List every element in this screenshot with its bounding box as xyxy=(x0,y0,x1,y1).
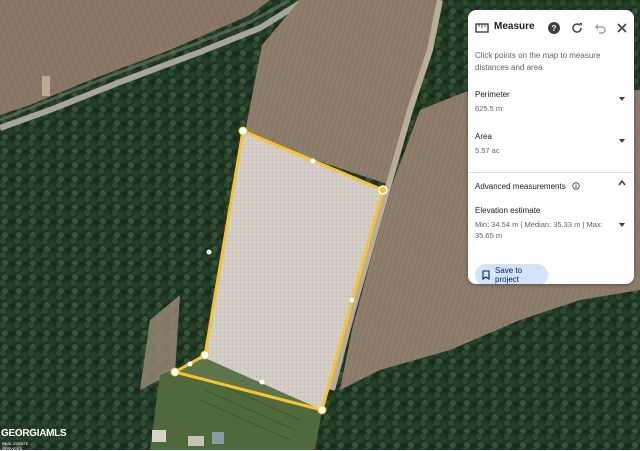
measure-vertex[interactable] xyxy=(170,367,180,377)
help-icon[interactable]: ? xyxy=(546,20,562,36)
measure-vertex[interactable] xyxy=(200,350,210,360)
save-to-project-button[interactable]: Save to project xyxy=(475,264,548,284)
area-label: Area xyxy=(475,132,492,141)
measure-midpoint[interactable] xyxy=(349,297,355,303)
refresh-icon[interactable] xyxy=(569,20,585,36)
area-value: 5.57 ac xyxy=(475,146,500,155)
measure-midpoint[interactable] xyxy=(206,249,212,255)
section-divider xyxy=(468,172,634,173)
elevation-value: Min: 34.54 m | Median: 35.33 m | Max: 35… xyxy=(475,220,603,240)
chevron-up-icon[interactable] xyxy=(617,178,627,188)
measure-midpoint[interactable] xyxy=(259,379,265,385)
undo-icon[interactable] xyxy=(592,20,608,36)
measure-vertex[interactable] xyxy=(378,185,388,195)
panel-title: Measure xyxy=(494,21,535,32)
panel-header: Measure ? xyxy=(468,10,634,46)
perimeter-value: 625.5 m xyxy=(475,104,503,113)
advanced-measurements-toggle[interactable]: Advanced measurements xyxy=(475,176,627,194)
dropdown-arrow-icon[interactable] xyxy=(617,220,627,230)
bookmark-icon xyxy=(482,270,490,280)
area-row[interactable]: Area 5.57 ac xyxy=(475,132,627,156)
measure-midpoint[interactable] xyxy=(187,361,193,367)
save-button-label: Save to project xyxy=(495,266,523,284)
dropdown-arrow-icon[interactable] xyxy=(617,136,627,146)
instruction-text: Click points on the map to measure dista… xyxy=(475,51,601,72)
ruler-icon xyxy=(474,20,490,36)
perimeter-row[interactable]: Perimeter 625.5 m xyxy=(475,90,627,114)
georgiamls-watermark: GEORGIAMLS REAL ESTATE SERVICES xyxy=(0,428,67,451)
elevation-row[interactable]: Elevation estimate Min: 34.54 m | Median… xyxy=(475,206,627,241)
perimeter-label: Perimeter xyxy=(475,90,510,99)
measure-vertex[interactable] xyxy=(238,126,248,136)
elevation-label: Elevation estimate xyxy=(475,206,541,215)
measure-vertex[interactable] xyxy=(317,405,327,415)
advanced-label: Advanced measurements xyxy=(475,182,566,191)
svg-text:?: ? xyxy=(552,24,557,33)
measure-panel: Measure ? Click points on the map to mea… xyxy=(468,10,634,284)
dropdown-arrow-icon[interactable] xyxy=(617,94,627,104)
measure-midpoint[interactable] xyxy=(310,158,316,164)
info-icon[interactable] xyxy=(572,182,580,190)
close-icon[interactable] xyxy=(614,20,630,36)
watermark-brand: GEORGIAMLS xyxy=(1,428,67,439)
